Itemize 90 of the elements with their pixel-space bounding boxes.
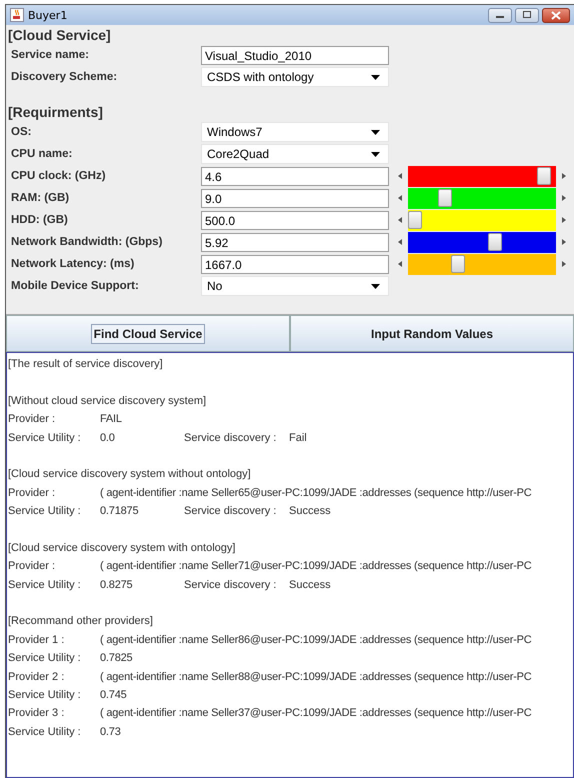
field-label: Network Bandwidth: (Gbps) [10, 236, 164, 248]
slider-track[interactable] [408, 188, 556, 208]
text-field[interactable]: 5.92 [201, 232, 389, 252]
field-label: Network Latency: (ms) [10, 258, 136, 270]
result-value: Fail [289, 430, 307, 446]
result-label: Provider 3 : [8, 706, 64, 722]
result-label: Service Utility : [8, 578, 81, 593]
slider-thumb[interactable] [488, 232, 502, 250]
dropdown[interactable]: Windows7 [201, 122, 389, 142]
result-value: FAIL [100, 412, 122, 428]
slider-thumb[interactable] [408, 210, 422, 228]
maximize-button[interactable] [515, 8, 539, 22]
field-label: HDD: (GB) [10, 214, 69, 226]
result-label: Service Utility : [8, 651, 81, 666]
result-value: 0.0 [100, 430, 115, 446]
dropdown[interactable]: Core2Quad [201, 144, 389, 164]
result-label: Provider : [8, 486, 56, 501]
right-arrow-icon[interactable] [562, 173, 566, 179]
result-label: Service discovery : [184, 578, 276, 593]
result-label: Provider 1 : [8, 632, 64, 648]
result-value: ( agent-identifier :name Seller71@user-PC:1099/JADE :addresses (sequence http://user-PC [100, 559, 532, 574]
right-arrow-icon[interactable] [562, 195, 566, 201]
slider-thumb[interactable] [537, 166, 552, 184]
text-field[interactable]: 4.6 [201, 166, 389, 186]
result-label: Service Utility : [8, 688, 81, 704]
caret-icon[interactable] [371, 74, 380, 80]
result-value: ( agent-identifier :name Seller86@user-PC:1099/JADE :addresses (sequence http://user-PC [100, 632, 532, 648]
result-value: ( agent-identifier :name Seller37@user-PC:1099/JADE :addresses (sequence http://user-PC [100, 706, 532, 722]
right-arrow-icon[interactable] [562, 261, 566, 267]
result-value: Success [289, 578, 331, 593]
result-value: 0.7825 [100, 651, 132, 666]
result-heading: [Without cloud service discovery system] [8, 394, 206, 407]
result-heading: [Recommand other providers] [8, 615, 153, 628]
field-label: RAM: (GB) [10, 192, 70, 204]
result-value: Success [289, 504, 331, 520]
slider-track[interactable] [408, 166, 556, 186]
close-icon[interactable] [550, 10, 562, 20]
left-arrow-icon[interactable] [398, 261, 402, 267]
caret-icon[interactable] [371, 130, 380, 134]
caret-icon[interactable] [371, 284, 380, 288]
result-heading: [Cloud service discovery system with ontology] [8, 542, 236, 554]
section-heading: [Cloud Service] [7, 26, 112, 44]
slider-track[interactable] [408, 232, 556, 252]
window-title: Buyer1 [28, 8, 68, 22]
dropdown[interactable]: CSDS with ontology [201, 67, 389, 87]
left-arrow-icon[interactable] [398, 217, 402, 223]
result-label: Service Utility : [8, 724, 81, 740]
action-button[interactable]: Input Random Values [290, 315, 574, 352]
slider-track[interactable] [408, 210, 556, 230]
caret-icon[interactable] [371, 152, 380, 156]
field-label: Mobile Device Support: [10, 280, 140, 292]
close-button[interactable] [542, 8, 570, 22]
right-arrow-icon[interactable] [562, 239, 566, 245]
result-value: ( agent-identifier :name Seller88@user-PC:1099/JADE :addresses (sequence http://user-PC [100, 670, 532, 685]
minimize-button[interactable] [488, 8, 512, 22]
result-heading: [Cloud service discovery system without ontology] [8, 468, 251, 480]
maximize-icon[interactable] [522, 11, 532, 19]
result-value: ( agent-identifier :name Seller65@user-PC:1099/JADE :addresses (sequence http://user-PC [100, 486, 532, 501]
field-label: Service name: [10, 49, 90, 61]
result-label: Service Utility : [8, 430, 81, 446]
coffee-cup-icon [10, 8, 24, 22]
result-label: Service discovery : [184, 430, 276, 446]
left-arrow-icon[interactable] [398, 173, 402, 179]
action-button[interactable]: Find Cloud Service [6, 315, 290, 352]
right-arrow-icon[interactable] [562, 217, 566, 223]
text-field[interactable]: 1667.0 [201, 254, 389, 274]
slider-thumb[interactable] [438, 188, 452, 206]
result-value: 0.73 [100, 724, 121, 740]
slider-thumb[interactable] [451, 254, 466, 272]
result-label: Provider : [8, 559, 56, 574]
result-label: Service discovery : [184, 504, 276, 520]
text-field[interactable]: 9.0 [201, 188, 389, 208]
result-label: Provider 2 : [8, 670, 64, 685]
field-label: CPU clock: (GHz) [10, 170, 107, 182]
result-value: 0.745 [100, 688, 127, 704]
left-arrow-icon[interactable] [398, 239, 402, 245]
slider-track[interactable] [408, 254, 556, 274]
result-value: 0.71875 [100, 504, 138, 520]
result-label: Service Utility : [8, 504, 81, 520]
field-label: Discovery Scheme: [10, 71, 118, 83]
dropdown[interactable]: No [201, 276, 389, 296]
field-label: OS: [10, 126, 32, 138]
result-heading: [The result of service discovery] [8, 358, 163, 370]
result-label: Provider : [8, 412, 56, 428]
field-label: CPU name: [10, 148, 74, 160]
text-field[interactable]: Visual_Studio_2010 [201, 46, 389, 64]
left-arrow-icon[interactable] [398, 195, 402, 201]
text-field[interactable]: 500.0 [201, 210, 389, 230]
result-value: 0.8275 [100, 578, 132, 593]
section-heading: [Requirments] [7, 103, 104, 121]
